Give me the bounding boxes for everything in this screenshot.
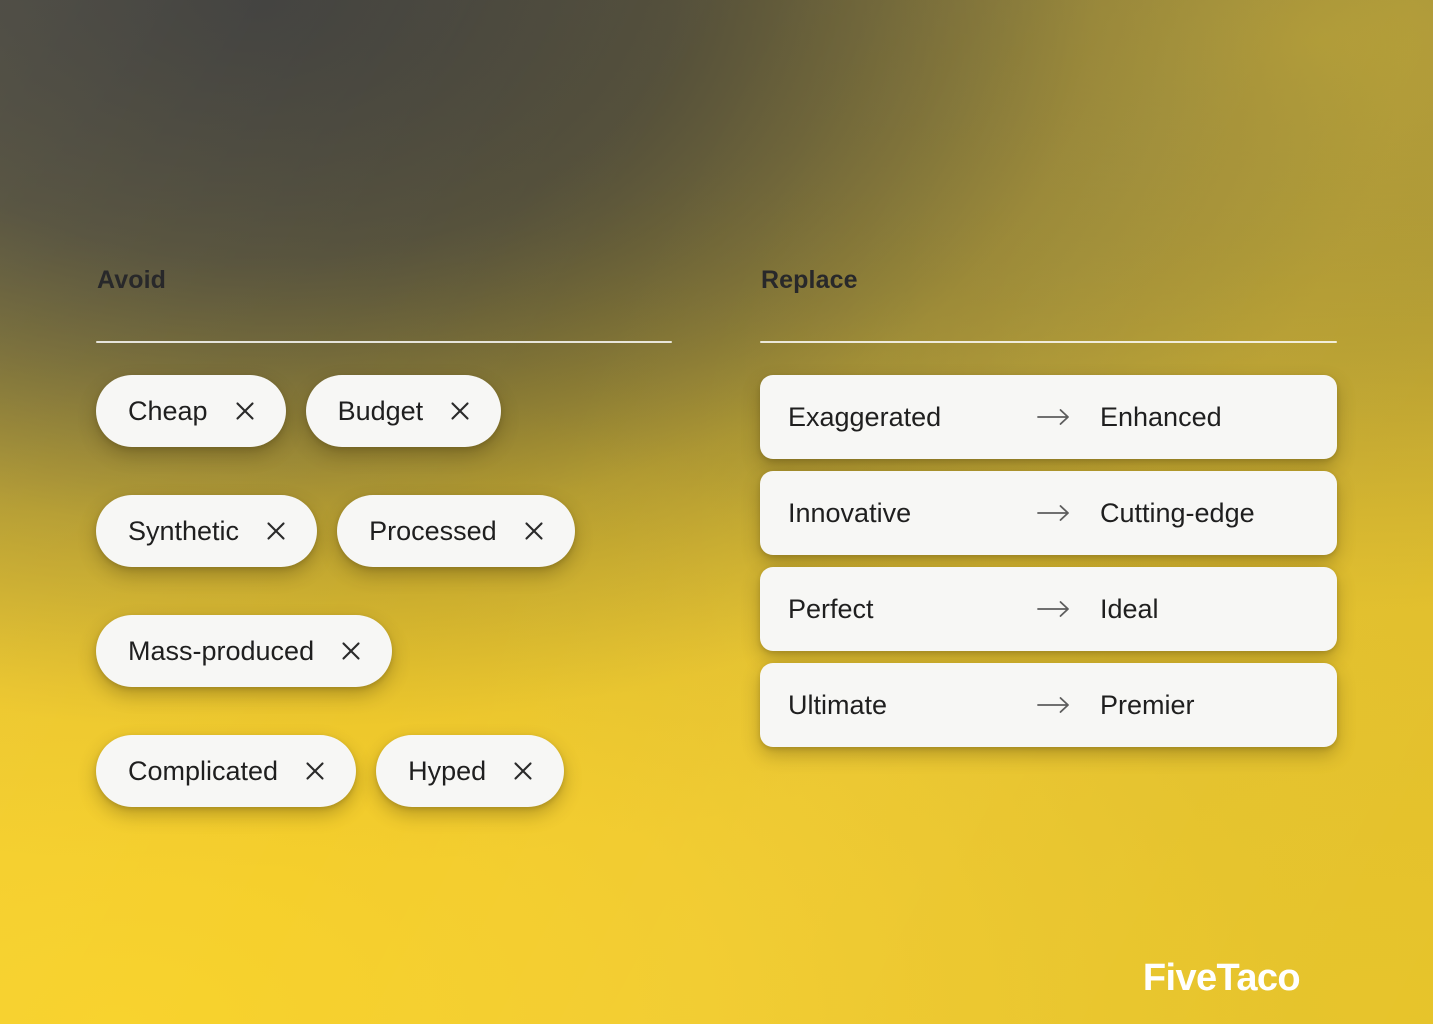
avoid-chip-label: Cheap [128, 395, 208, 426]
replace-row-list: Exaggerated Enhanced Innovative Cutting-… [760, 375, 1337, 747]
close-icon[interactable] [265, 520, 287, 542]
avoid-chip[interactable]: Mass-produced [96, 615, 393, 687]
avoid-chip[interactable]: Processed [337, 495, 575, 567]
avoid-chip-list: Cheap Budget Synthetic Processed Mass-pr… [96, 375, 672, 807]
close-icon[interactable] [234, 400, 256, 422]
avoid-title: Avoid [97, 266, 167, 294]
avoid-chip-label: Synthetic [128, 515, 240, 546]
avoid-divider [96, 341, 672, 343]
replace-row-from: Innovative [788, 497, 912, 528]
avoid-chip-label: Budget [337, 395, 424, 426]
replace-title: Replace [761, 266, 858, 294]
arrow-right-icon [1037, 697, 1069, 713]
avoid-chip[interactable]: Hyped [376, 735, 565, 807]
arrow-right-icon [1037, 601, 1069, 617]
avoid-chip-label: Complicated [128, 755, 279, 786]
replace-row[interactable]: Exaggerated Enhanced [760, 375, 1337, 459]
avoid-chip[interactable]: Cheap [96, 375, 286, 447]
close-icon[interactable] [304, 760, 326, 782]
close-icon[interactable] [340, 640, 362, 662]
replace-row-to: Cutting-edge [1100, 497, 1255, 528]
replace-row[interactable]: Innovative Cutting-edge [760, 471, 1337, 555]
content-area: Avoid Cheap Budget Synthetic Processed M… [96, 268, 1337, 807]
close-icon[interactable] [449, 400, 471, 422]
replace-row-from: Exaggerated [788, 401, 942, 432]
avoid-chip-label: Processed [369, 515, 497, 546]
avoid-chip[interactable]: Synthetic [96, 495, 318, 567]
avoid-chip[interactable]: Budget [305, 375, 502, 447]
replace-row-to: Ideal [1100, 593, 1159, 624]
replace-row-to: Premier [1100, 689, 1195, 720]
replace-divider [760, 341, 1337, 343]
replace-row-from: Ultimate [788, 689, 888, 720]
replace-row[interactable]: Perfect Ideal [760, 567, 1337, 651]
avoid-chip-label: Mass-produced [128, 635, 315, 666]
avoid-chip[interactable]: Complicated [96, 735, 357, 807]
avoid-chip-label: Hyped [408, 755, 487, 786]
arrow-right-icon [1037, 409, 1069, 425]
replace-row-from: Perfect [788, 593, 874, 624]
replace-row-to: Enhanced [1100, 401, 1222, 432]
close-icon[interactable] [512, 760, 534, 782]
replace-column: Replace Exaggerated Enhanced Innovative … [760, 268, 1337, 807]
brand-logo: FiveTaco [1142, 957, 1301, 999]
avoid-column: Avoid Cheap Budget Synthetic Processed M… [96, 268, 672, 807]
close-icon[interactable] [523, 520, 545, 542]
replace-row[interactable]: Ultimate Premier [760, 663, 1337, 747]
arrow-right-icon [1037, 505, 1069, 521]
